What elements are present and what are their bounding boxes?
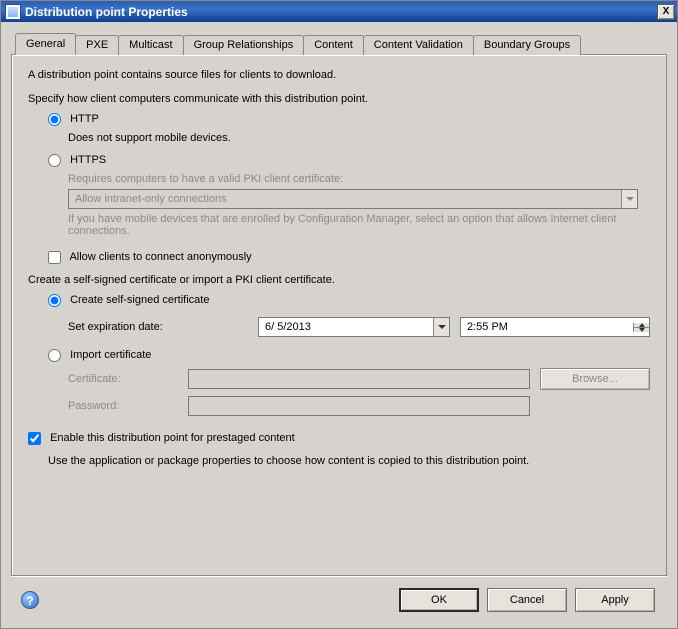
tab-pxe[interactable]: PXE (75, 35, 119, 55)
dialog-window: Distribution point Properties X General … (0, 0, 678, 629)
apply-label: Apply (601, 594, 629, 606)
checkbox-anonymous-input[interactable] (48, 251, 61, 264)
tab-boundary-groups[interactable]: Boundary Groups (473, 35, 581, 55)
window-title: Distribution point Properties (25, 5, 657, 19)
expiration-label: Set expiration date: (68, 321, 248, 333)
tab-multicast[interactable]: Multicast (118, 35, 183, 55)
specify-text: Specify how client computers communicate… (28, 93, 650, 105)
help-icon[interactable]: ? (21, 591, 39, 609)
radio-import-cert-input[interactable] (48, 349, 61, 362)
radio-https-input[interactable] (48, 154, 61, 167)
cert-section-text: Create a self-signed certificate or impo… (28, 274, 650, 286)
radio-create-cert-input[interactable] (48, 294, 61, 307)
browse-label: Browse... (572, 373, 618, 385)
http-note: Does not support mobile devices. (68, 132, 650, 144)
expiration-date-picker[interactable]: 6/ 5/2013 (258, 317, 450, 337)
tab-general[interactable]: General (15, 33, 76, 55)
chevron-down-icon[interactable] (433, 318, 449, 336)
time-spinner[interactable] (633, 323, 649, 332)
https-note: If you have mobile devices that are enro… (68, 213, 638, 237)
chevron-down-icon (621, 190, 637, 208)
tabstrip: General PXE Multicast Group Relationship… (11, 32, 667, 54)
password-label: Password: (68, 400, 178, 412)
tab-group-relationships[interactable]: Group Relationships (183, 35, 305, 55)
radio-http-label: HTTP (70, 113, 99, 125)
tab-content-validation[interactable]: Content Validation (363, 35, 474, 55)
tab-label: Content Validation (374, 39, 463, 51)
cancel-button[interactable]: Cancel (487, 588, 567, 612)
expiration-time-value: 2:55 PM (461, 321, 633, 333)
https-connection-combo: Allow intranet-only connections (68, 189, 638, 209)
checkbox-anonymous-label: Allow clients to connect anonymously (69, 251, 251, 263)
spin-down-icon[interactable] (634, 328, 649, 332)
certificate-label: Certificate: (68, 373, 178, 385)
help-glyph: ? (26, 594, 33, 608)
tab-page-general: A distribution point contains source fil… (11, 54, 667, 576)
ok-label: OK (431, 594, 447, 606)
radio-http[interactable]: HTTP (48, 113, 99, 125)
https-requires: Requires computers to have a valid PKI c… (68, 173, 650, 185)
certificate-field (188, 369, 530, 389)
cancel-label: Cancel (510, 594, 544, 606)
tab-label: Content (314, 39, 353, 51)
close-button[interactable]: X (657, 4, 675, 20)
tab-label: Boundary Groups (484, 39, 570, 51)
checkbox-prestaged[interactable]: Enable this distribution point for prest… (28, 432, 295, 444)
titlebar: Distribution point Properties X (1, 1, 677, 22)
close-icon: X (663, 6, 670, 17)
prestaged-note: Use the application or package propertie… (48, 455, 650, 467)
ok-button[interactable]: OK (399, 588, 479, 612)
radio-import-cert[interactable]: Import certificate (48, 349, 151, 361)
system-icon (5, 4, 21, 20)
browse-button: Browse... (540, 368, 650, 390)
intro-text: A distribution point contains source fil… (28, 69, 650, 81)
checkbox-prestaged-label: Enable this distribution point for prest… (50, 432, 295, 444)
expiration-time-picker[interactable]: 2:55 PM (460, 317, 650, 337)
tab-label: General (26, 38, 65, 50)
expiration-date-value: 6/ 5/2013 (259, 321, 433, 333)
radio-create-cert-label: Create self-signed certificate (70, 294, 209, 306)
tab-label: PXE (86, 39, 108, 51)
radio-https[interactable]: HTTPS (48, 154, 106, 166)
tab-label: Multicast (129, 39, 172, 51)
radio-http-input[interactable] (48, 113, 61, 126)
radio-https-label: HTTPS (70, 154, 106, 166)
dialog-footer: ? OK Cancel Apply (11, 576, 667, 622)
apply-button[interactable]: Apply (575, 588, 655, 612)
client-area: General PXE Multicast Group Relationship… (1, 22, 677, 628)
password-field (188, 396, 530, 416)
checkbox-anonymous[interactable]: Allow clients to connect anonymously (48, 251, 252, 263)
tab-label: Group Relationships (194, 39, 294, 51)
checkbox-prestaged-input[interactable] (28, 432, 41, 445)
combo-value: Allow intranet-only connections (69, 193, 621, 205)
tab-content[interactable]: Content (303, 35, 364, 55)
radio-create-cert[interactable]: Create self-signed certificate (48, 294, 209, 306)
radio-import-cert-label: Import certificate (70, 349, 151, 361)
